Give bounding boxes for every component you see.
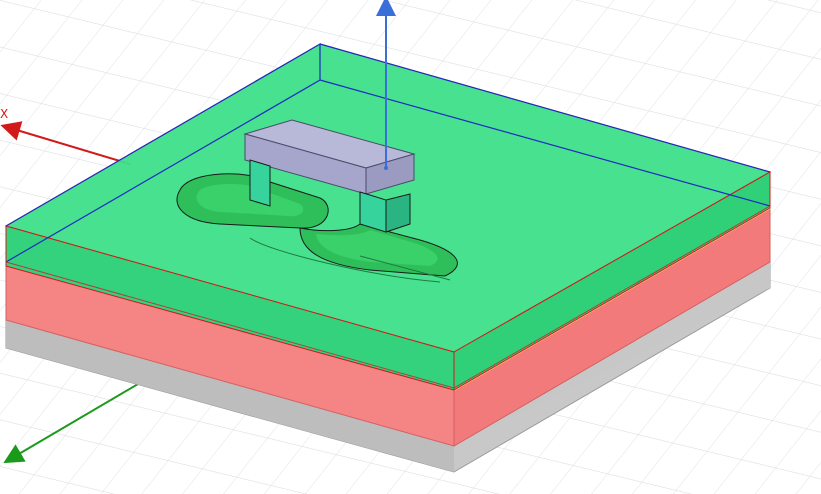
model-scene[interactable]: X — [0, 0, 821, 494]
x-axis-label: X — [0, 107, 8, 121]
3d-modeler-viewport[interactable]: X — [0, 0, 821, 494]
origin-point — [384, 166, 388, 170]
